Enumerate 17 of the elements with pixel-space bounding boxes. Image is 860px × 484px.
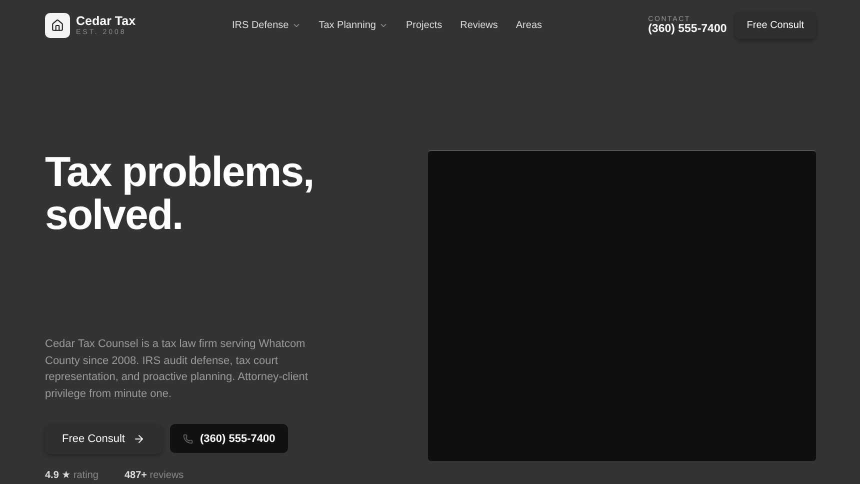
free-consult-button[interactable]: Free Consult (45, 424, 162, 454)
nav-link[interactable]: Projects (406, 20, 442, 30)
free-consult-button[interactable]: Free Consult (734, 12, 816, 38)
stat-text: 4.9 ★ rating (45, 470, 98, 481)
stat-text: 487+ reviews (124, 470, 184, 481)
brand-name: Cedar Tax (76, 14, 136, 28)
phone-button[interactable]: (360) 555-7400 (170, 424, 288, 453)
hero-heading: Tax problems, solved. (45, 150, 315, 236)
phone-icon (183, 434, 193, 444)
nav-link[interactable]: IRS Defense (232, 20, 301, 30)
arrow-right-icon (132, 433, 145, 445)
nav-link[interactable]: Tax Planning (318, 20, 388, 30)
nav-link[interactable]: Areas (516, 20, 542, 30)
contact-phone: (360) 555-7400 (648, 22, 727, 34)
hero-description: Cedar Tax Counsel is a tax law firm serving Whatcom County since 2008. IRS audit defense, tax court representation, and proactive planning. Attorney-client privilege from minute one. (45, 337, 309, 402)
house-logo-icon[interactable] (45, 12, 70, 38)
nav-link[interactable]: Reviews (460, 20, 498, 30)
